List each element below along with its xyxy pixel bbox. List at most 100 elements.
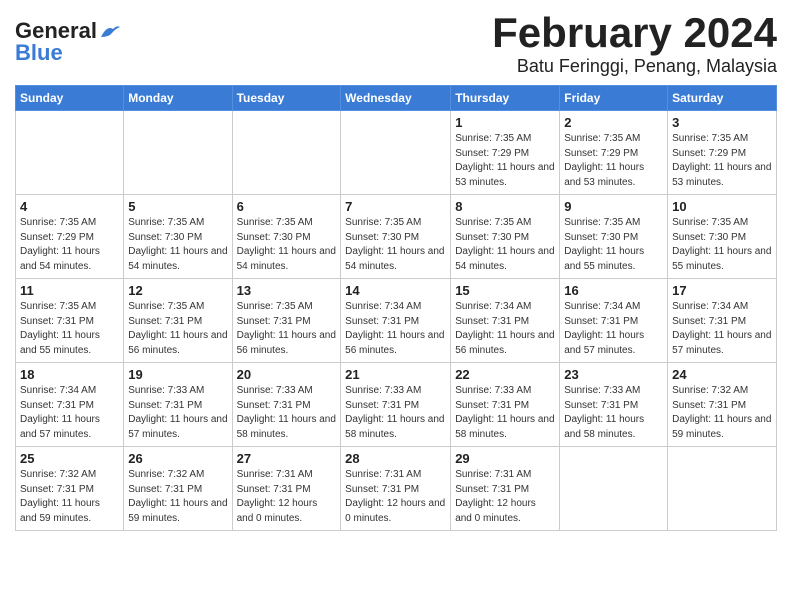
- day-info: Sunrise: 7:35 AM Sunset: 7:30 PM Dayligh…: [237, 216, 337, 274]
- day-number: 25: [20, 451, 119, 466]
- calendar-cell: 29 Sunrise: 7:31 AM Sunset: 7:31 PM Dayli…: [451, 447, 560, 531]
- day-info: Sunrise: 7:35 AM Sunset: 7:30 PM Dayligh…: [564, 216, 663, 274]
- calendar-cell: 23Sunrise: 7:33 AM Sunset: 7:31 PM Dayli…: [560, 363, 668, 447]
- calendar-cell: 22 Sunrise: 7:33 AM Sunset: 7:31 PM Dayli…: [451, 363, 560, 447]
- day-number: 3: [672, 115, 772, 130]
- calendar-cell: 27 Sunrise: 7:31 AM Sunset: 7:31 PM Dayli…: [232, 447, 341, 531]
- calendar-body: 1 Sunrise: 7:35 AM Sunset: 7:29 PM Daylig…: [16, 111, 777, 531]
- day-number: 11: [20, 283, 119, 298]
- day-number: 29: [455, 451, 555, 466]
- header-day-thursday: Thursday: [451, 86, 560, 111]
- day-number: 26: [128, 451, 227, 466]
- day-info: Sunrise: 7:35 AM Sunset: 7:29 PM Dayligh…: [455, 132, 555, 190]
- calendar-cell: 13Sunrise: 7:35 AM Sunset: 7:31 PM Dayli…: [232, 279, 341, 363]
- calendar-cell: 3 Sunrise: 7:35 AM Sunset: 7:29 PM Daylig…: [668, 111, 777, 195]
- calendar-cell: 8 Sunrise: 7:35 AM Sunset: 7:30 PM Daylig…: [451, 195, 560, 279]
- day-info: Sunrise: 7:33 AM Sunset: 7:31 PM Dayligh…: [128, 384, 227, 442]
- day-info: Sunrise: 7:34 AM Sunset: 7:31 PM Dayligh…: [564, 300, 663, 358]
- header-day-monday: Monday: [124, 86, 232, 111]
- calendar-cell: 19 Sunrise: 7:33 AM Sunset: 7:31 PM Dayli…: [124, 363, 232, 447]
- day-info: Sunrise: 7:31 AM Sunset: 7:31 PM Dayligh…: [237, 468, 337, 526]
- day-number: 12: [128, 283, 227, 298]
- calendar-cell: 10 Sunrise: 7:35 AM Sunset: 7:30 PM Dayli…: [668, 195, 777, 279]
- calendar-cell: 20 Sunrise: 7:33 AM Sunset: 7:31 PM Dayli…: [232, 363, 341, 447]
- calendar-cell: 26Sunrise: 7:32 AM Sunset: 7:31 PM Dayli…: [124, 447, 232, 531]
- day-number: 4: [20, 199, 119, 214]
- calendar-cell: 24 Sunrise: 7:32 AM Sunset: 7:31 PM Dayli…: [668, 363, 777, 447]
- title-block: February 2024 Batu Feringgi, Penang, Mal…: [492, 10, 777, 77]
- day-info: Sunrise: 7:31 AM Sunset: 7:31 PM Dayligh…: [455, 468, 555, 526]
- calendar-cell: 4 Sunrise: 7:35 AM Sunset: 7:29 PM Daylig…: [16, 195, 124, 279]
- calendar-cell: 28Sunrise: 7:31 AM Sunset: 7:31 PM Dayli…: [341, 447, 451, 531]
- day-info: Sunrise: 7:34 AM Sunset: 7:31 PM Dayligh…: [672, 300, 772, 358]
- day-info: Sunrise: 7:35 AM Sunset: 7:31 PM Dayligh…: [20, 300, 119, 358]
- day-info: Sunrise: 7:35 AM Sunset: 7:31 PM Dayligh…: [237, 300, 337, 358]
- calendar-cell: [124, 111, 232, 195]
- day-number: 5: [128, 199, 227, 214]
- calendar-cell: 17 Sunrise: 7:34 AM Sunset: 7:31 PM Dayli…: [668, 279, 777, 363]
- page-header: General Blue February 2024 Batu Feringgi…: [15, 10, 777, 77]
- calendar-header-row: SundayMondayTuesdayWednesdayThursdayFrid…: [16, 86, 777, 111]
- calendar-cell: [16, 111, 124, 195]
- day-number: 19: [128, 367, 227, 382]
- header-day-saturday: Saturday: [668, 86, 777, 111]
- logo: General Blue: [15, 10, 121, 66]
- calendar-cell: 16 Sunrise: 7:34 AM Sunset: 7:31 PM Dayli…: [560, 279, 668, 363]
- calendar-cell: [232, 111, 341, 195]
- day-info: Sunrise: 7:35 AM Sunset: 7:29 PM Dayligh…: [20, 216, 119, 274]
- day-number: 7: [345, 199, 446, 214]
- day-number: 18: [20, 367, 119, 382]
- day-info: Sunrise: 7:35 AM Sunset: 7:29 PM Dayligh…: [672, 132, 772, 190]
- calendar-cell: 1 Sunrise: 7:35 AM Sunset: 7:29 PM Daylig…: [451, 111, 560, 195]
- day-info: Sunrise: 7:35 AM Sunset: 7:30 PM Dayligh…: [345, 216, 446, 274]
- day-number: 22: [455, 367, 555, 382]
- day-number: 8: [455, 199, 555, 214]
- calendar-week-5: 25 Sunrise: 7:32 AM Sunset: 7:31 PM Dayli…: [16, 447, 777, 531]
- calendar-cell: [341, 111, 451, 195]
- logo-blue: Blue: [15, 40, 63, 66]
- calendar-cell: [668, 447, 777, 531]
- calendar-week-3: 11 Sunrise: 7:35 AM Sunset: 7:31 PM Dayli…: [16, 279, 777, 363]
- day-number: 20: [237, 367, 337, 382]
- header-day-wednesday: Wednesday: [341, 86, 451, 111]
- day-info: Sunrise: 7:35 AM Sunset: 7:30 PM Dayligh…: [128, 216, 227, 274]
- logo-bird-icon: [99, 23, 121, 39]
- day-number: 15: [455, 283, 555, 298]
- calendar-table: SundayMondayTuesdayWednesdayThursdayFrid…: [15, 85, 777, 531]
- day-info: Sunrise: 7:35 AM Sunset: 7:30 PM Dayligh…: [455, 216, 555, 274]
- day-number: 17: [672, 283, 772, 298]
- day-info: Sunrise: 7:31 AM Sunset: 7:31 PM Dayligh…: [345, 468, 446, 526]
- day-info: Sunrise: 7:35 AM Sunset: 7:29 PM Dayligh…: [564, 132, 663, 190]
- calendar-subtitle: Batu Feringgi, Penang, Malaysia: [492, 56, 777, 77]
- day-info: Sunrise: 7:34 AM Sunset: 7:31 PM Dayligh…: [345, 300, 446, 358]
- header-day-tuesday: Tuesday: [232, 86, 341, 111]
- day-info: Sunrise: 7:32 AM Sunset: 7:31 PM Dayligh…: [672, 384, 772, 442]
- calendar-cell: 7 Sunrise: 7:35 AM Sunset: 7:30 PM Daylig…: [341, 195, 451, 279]
- calendar-cell: 25 Sunrise: 7:32 AM Sunset: 7:31 PM Dayli…: [16, 447, 124, 531]
- day-info: Sunrise: 7:34 AM Sunset: 7:31 PM Dayligh…: [455, 300, 555, 358]
- calendar-week-4: 18 Sunrise: 7:34 AM Sunset: 7:31 PM Dayli…: [16, 363, 777, 447]
- day-number: 21: [345, 367, 446, 382]
- day-number: 2: [564, 115, 663, 130]
- day-number: 6: [237, 199, 337, 214]
- calendar-cell: 5 Sunrise: 7:35 AM Sunset: 7:30 PM Daylig…: [124, 195, 232, 279]
- calendar-cell: 12 Sunrise: 7:35 AM Sunset: 7:31 PM Dayli…: [124, 279, 232, 363]
- day-number: 27: [237, 451, 337, 466]
- day-number: 16: [564, 283, 663, 298]
- day-info: Sunrise: 7:33 AM Sunset: 7:31 PM Dayligh…: [345, 384, 446, 442]
- day-number: 23: [564, 367, 663, 382]
- day-number: 10: [672, 199, 772, 214]
- calendar-week-1: 1 Sunrise: 7:35 AM Sunset: 7:29 PM Daylig…: [16, 111, 777, 195]
- calendar-cell: 18 Sunrise: 7:34 AM Sunset: 7:31 PM Dayli…: [16, 363, 124, 447]
- calendar-cell: 9Sunrise: 7:35 AM Sunset: 7:30 PM Daylig…: [560, 195, 668, 279]
- day-info: Sunrise: 7:32 AM Sunset: 7:31 PM Dayligh…: [20, 468, 119, 526]
- calendar-cell: 21 Sunrise: 7:33 AM Sunset: 7:31 PM Dayli…: [341, 363, 451, 447]
- day-info: Sunrise: 7:35 AM Sunset: 7:30 PM Dayligh…: [672, 216, 772, 274]
- day-number: 24: [672, 367, 772, 382]
- day-info: Sunrise: 7:33 AM Sunset: 7:31 PM Dayligh…: [237, 384, 337, 442]
- day-number: 1: [455, 115, 555, 130]
- calendar-cell: [560, 447, 668, 531]
- day-info: Sunrise: 7:35 AM Sunset: 7:31 PM Dayligh…: [128, 300, 227, 358]
- day-info: Sunrise: 7:33 AM Sunset: 7:31 PM Dayligh…: [455, 384, 555, 442]
- day-info: Sunrise: 7:34 AM Sunset: 7:31 PM Dayligh…: [20, 384, 119, 442]
